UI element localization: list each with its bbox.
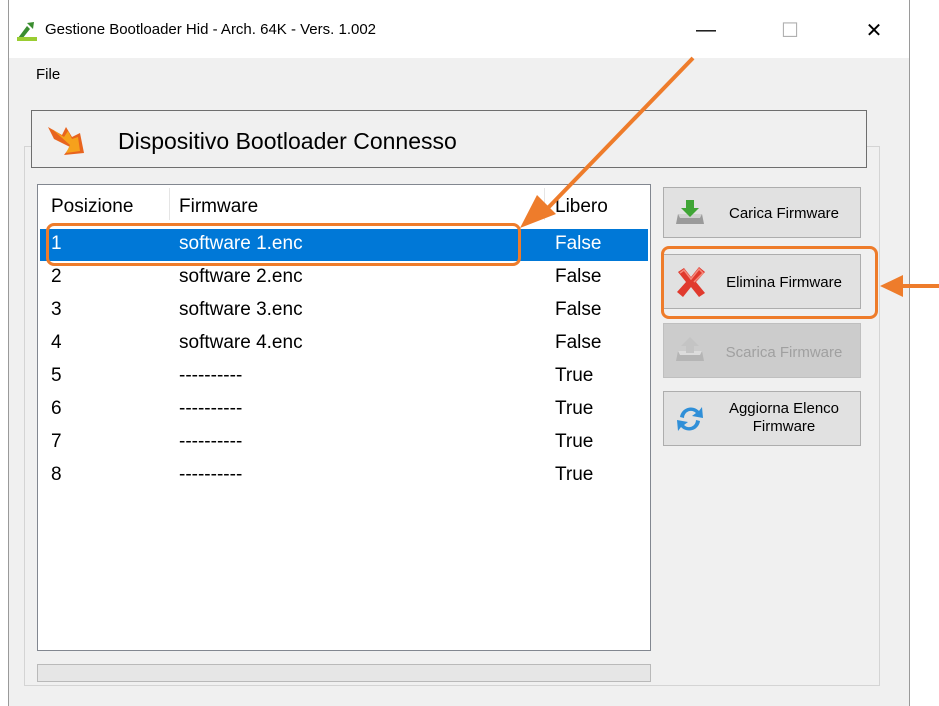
column-posizione[interactable]: Posizione [51,196,133,218]
bootloader-arrow-icon [48,127,84,155]
cell-posizione: 3 [51,299,62,320]
cell-libero: True [555,398,594,419]
table-row[interactable]: 1 software 1.enc False [40,229,648,261]
cell-posizione: 8 [51,464,62,485]
cell-firmware: ---------- [179,398,243,419]
device-header-panel: Dispositivo Bootloader Connesso [31,110,867,168]
cell-posizione: 7 [51,431,62,452]
close-button[interactable]: ✕ [845,10,903,50]
aggiorna-elenco-label: Aggiorna Elenco Firmware [728,400,840,435]
device-header-title: Dispositivo Bootloader Connesso [118,128,457,154]
cell-posizione: 5 [51,365,62,386]
list-header: Posizione Firmware Libero [38,185,650,225]
app-usb-icon [17,22,37,41]
table-row[interactable]: 7 ---------- True [40,427,648,459]
cell-posizione: 6 [51,398,62,419]
refresh-icon [677,407,703,431]
table-row[interactable]: 6 ---------- True [40,394,648,426]
upload-tray-icon [676,337,704,361]
carica-firmware-button[interactable]: Carica Firmware [663,187,861,238]
cell-libero: False [555,299,602,320]
maximize-icon: ☐ [781,19,799,42]
cell-firmware: software 3.enc [179,299,303,320]
cell-firmware: software 1.enc [179,233,303,254]
cell-firmware: ---------- [179,365,243,386]
close-icon: ✕ [865,19,883,42]
column-separator [544,188,545,220]
cell-libero: True [555,431,594,452]
cell-posizione: 4 [51,332,62,353]
menu-bar: File [9,58,909,88]
title-bar[interactable]: Gestione Bootloader Hid - Arch. 64K - Ve… [9,0,909,58]
column-separator [169,188,170,220]
delete-x-icon [677,267,705,297]
elimina-firmware-label: Elimina Firmware [726,274,842,291]
menu-file[interactable]: File [36,66,60,83]
cell-libero: False [555,233,602,254]
cell-firmware: software 2.enc [179,266,303,287]
download-tray-icon [676,200,704,224]
maximize-button[interactable]: ☐ [761,10,819,50]
table-row[interactable]: 4 software 4.enc False [40,328,648,360]
elimina-firmware-button[interactable]: Elimina Firmware [663,254,861,309]
table-row[interactable]: 5 ---------- True [40,361,648,393]
aggiorna-elenco-button[interactable]: Aggiorna Elenco Firmware [663,391,861,446]
minimize-icon: — [696,18,716,41]
cell-libero: False [555,266,602,287]
cell-firmware: software 4.enc [179,332,303,353]
column-libero[interactable]: Libero [555,196,608,218]
minimize-button[interactable]: — [677,10,735,50]
cell-posizione: 2 [51,266,62,287]
table-row[interactable]: 2 software 2.enc False [40,262,648,294]
table-row[interactable]: 8 ---------- True [40,460,648,492]
window-title: Gestione Bootloader Hid - Arch. 64K - Ve… [45,21,377,38]
cell-libero: True [555,365,594,386]
carica-firmware-label: Carica Firmware [728,205,839,222]
scarica-firmware-button[interactable]: Scarica Firmware [663,323,861,378]
cell-libero: True [555,464,594,485]
cell-posizione: 1 [51,233,62,254]
scarica-firmware-label: Scarica Firmware [725,344,843,361]
cell-libero: False [555,332,602,353]
firmware-list[interactable]: Posizione Firmware Libero 1 software 1.en… [37,184,651,651]
horizontal-scrollbar[interactable] [37,664,651,682]
cell-firmware: ---------- [179,431,243,452]
cell-firmware: ---------- [179,464,243,485]
column-firmware[interactable]: Firmware [179,196,258,218]
table-row[interactable]: 3 software 3.enc False [40,295,648,327]
